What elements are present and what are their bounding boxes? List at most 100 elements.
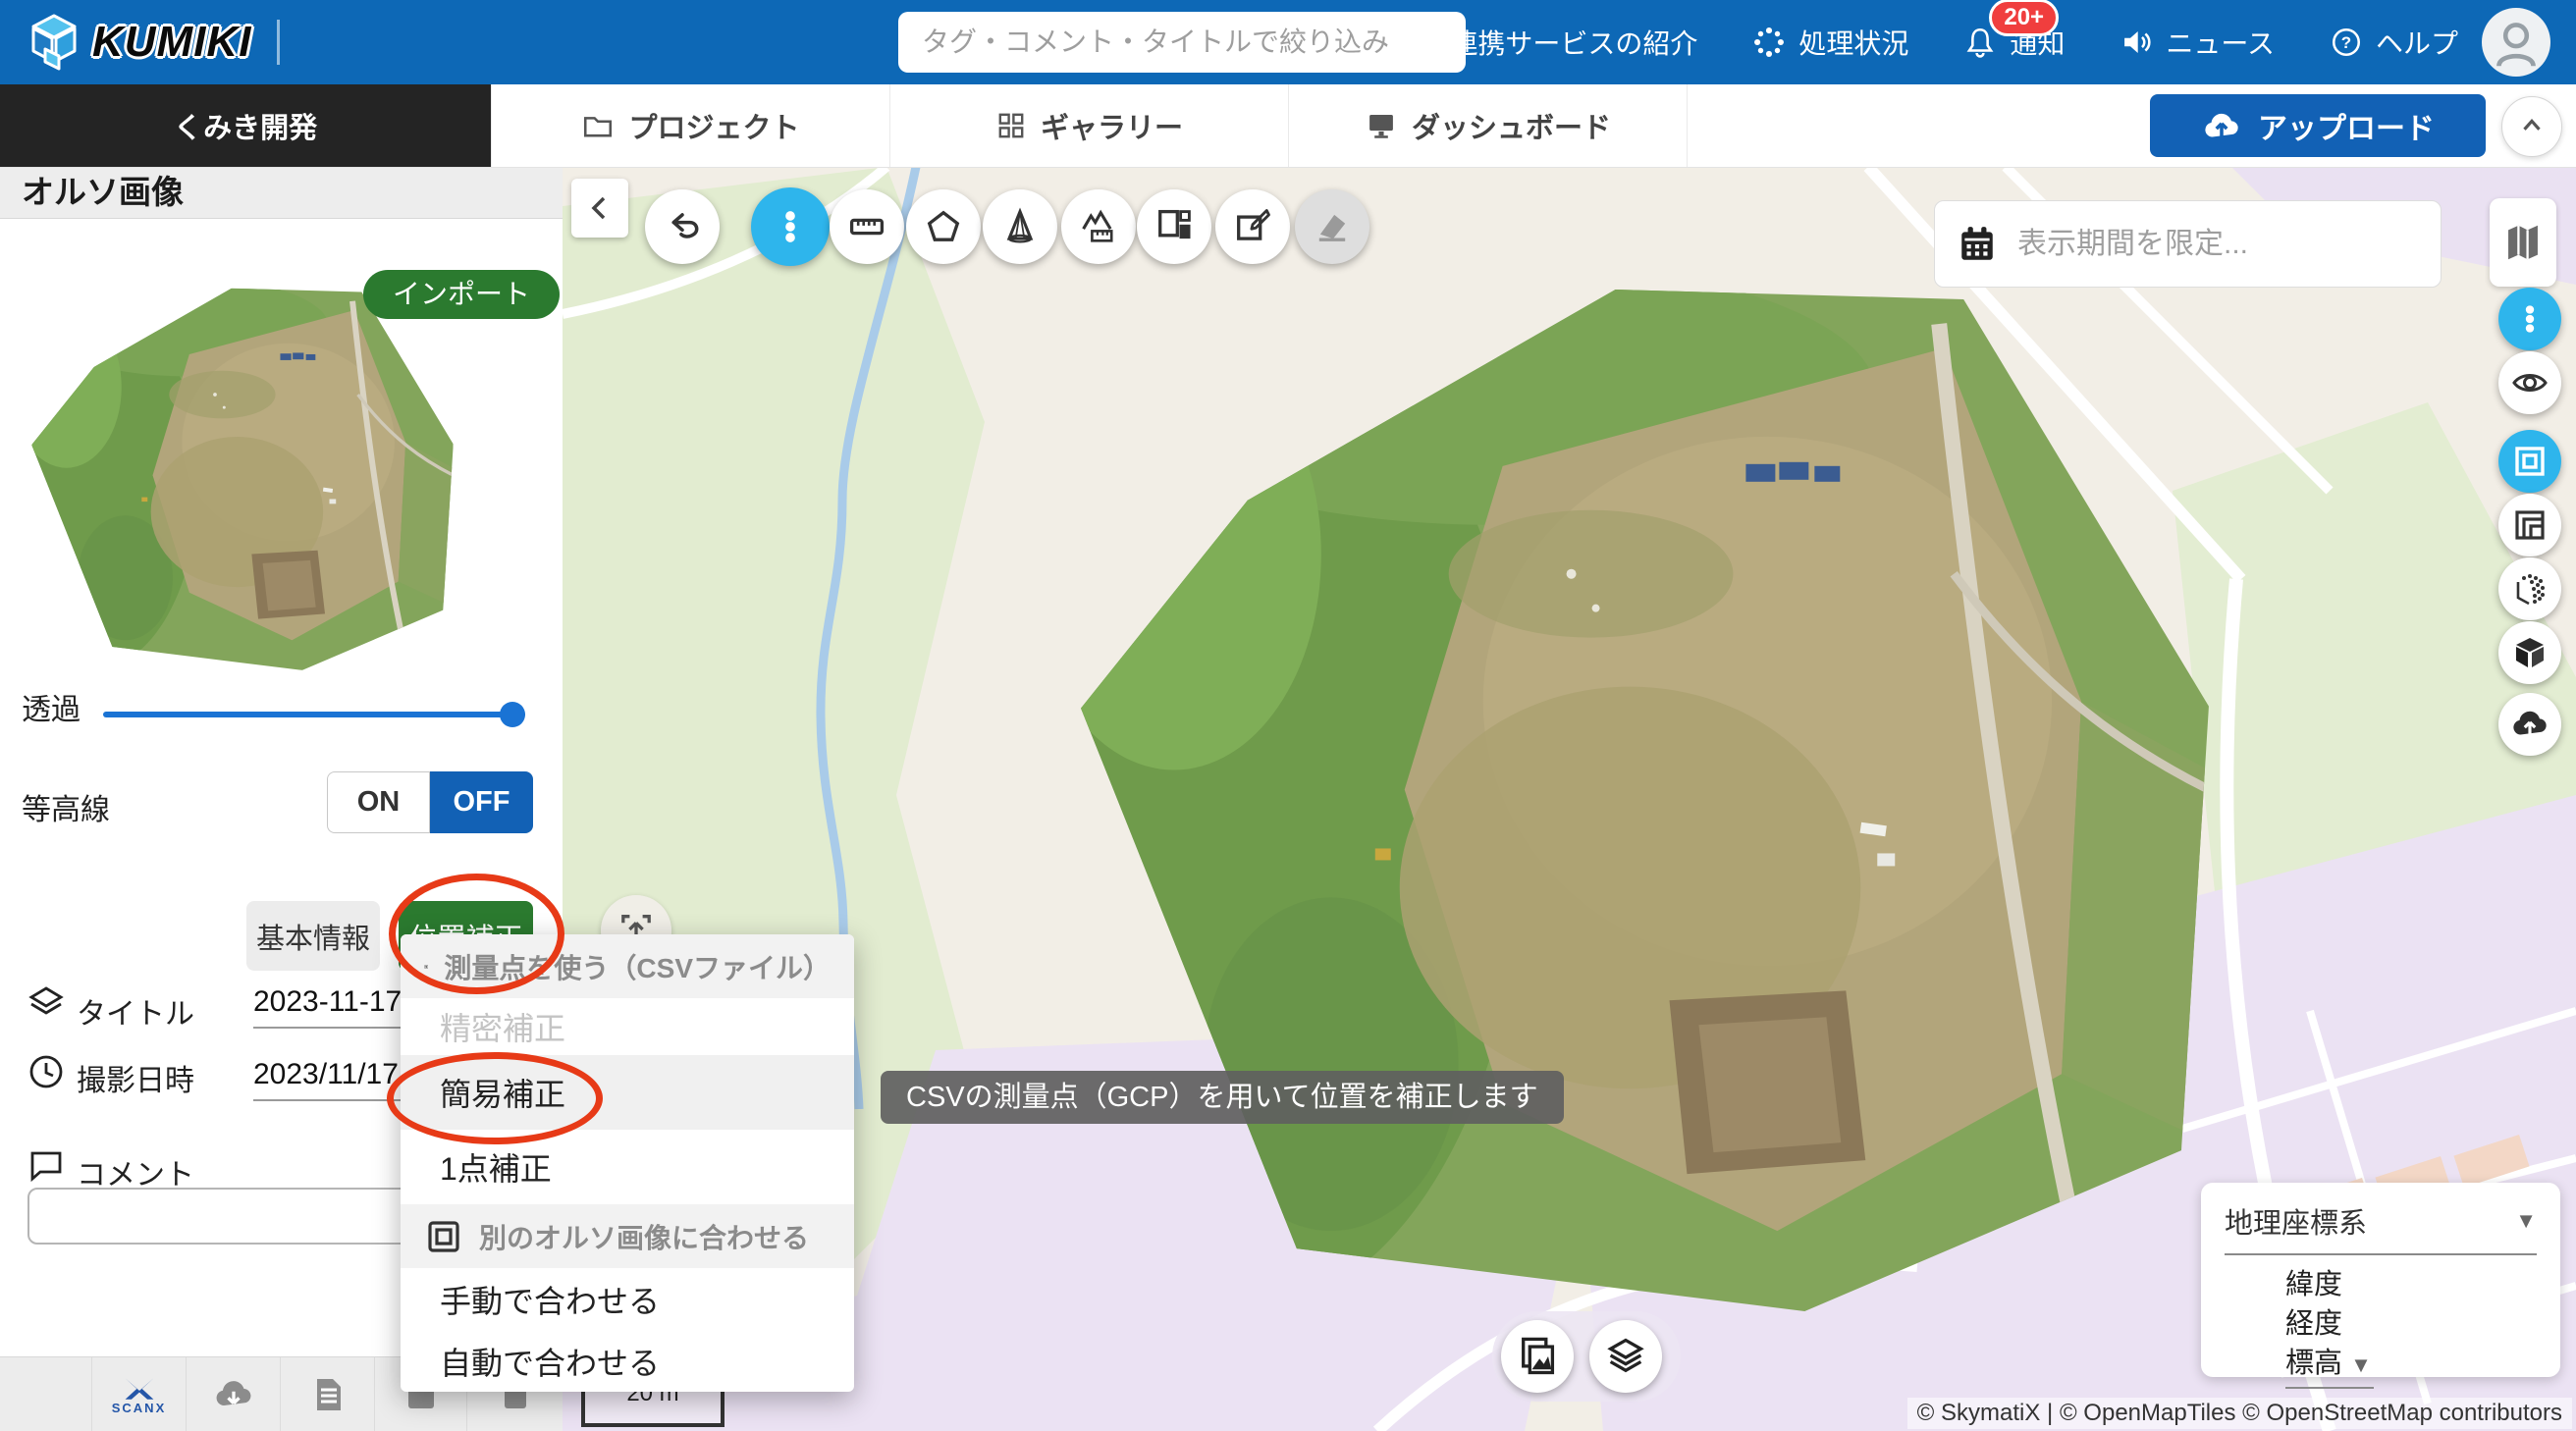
layers-button[interactable] [1589, 1320, 1662, 1393]
compare-layout-button[interactable] [1137, 189, 1211, 264]
partner-services-link[interactable]: 連携サービスの紹介 [1404, 23, 1697, 62]
chevron-down-icon: ▼ [2515, 1208, 2537, 1234]
top-app-bar: KUMIKI 連携サービスの紹介 処理状況 通知 20+ ニュース [0, 0, 2576, 84]
tab-projects-label: プロジェクト [628, 105, 799, 146]
opacity-slider[interactable] [103, 701, 525, 728]
upload-button[interactable]: アップロード [2150, 94, 2486, 157]
tab-basic-info[interactable]: 基本情報 [246, 901, 380, 971]
ortho-thumbnail[interactable] [31, 285, 454, 671]
upload-cloud-icon [2201, 105, 2242, 146]
measure-area-button[interactable] [906, 189, 981, 264]
tab-gallery[interactable]: ギャラリー [890, 84, 1289, 167]
undo-button[interactable] [645, 189, 720, 264]
opacity-slider-thumb[interactable] [500, 702, 525, 727]
processing-status-label: 処理状況 [1798, 23, 1908, 62]
coordinate-panel: 地理座標系 ▼ 緯度 経度 標高 ▼ [2201, 1183, 2560, 1377]
tab-workspace[interactable]: くみき開発 [0, 84, 492, 167]
kumiki-logo[interactable]: KUMIKI [26, 12, 251, 73]
tab-projects[interactable]: プロジェクト [492, 84, 890, 167]
coordinate-system-label: 地理座標系 [2225, 1200, 2367, 1242]
pin-square-icon [424, 947, 428, 986]
pointcloud-view-button[interactable] [2498, 557, 2561, 620]
tab-workspace-label: くみき開発 [174, 105, 317, 146]
contour-on-button[interactable]: ON [327, 771, 430, 833]
map-attribution: © SkymatiX | © OpenMapTiles © OpenStreet… [1907, 1398, 2572, 1429]
scanx-label: SCANX [112, 1401, 167, 1415]
tools-kebab-button[interactable] [751, 187, 830, 266]
ortho-2d-view-button[interactable] [2498, 430, 2561, 493]
clock-icon [27, 1052, 66, 1091]
date-range-input[interactable] [2015, 227, 2412, 262]
photo-gallery-button[interactable] [1501, 1320, 1574, 1393]
speaker-icon [2120, 26, 2153, 59]
export-cloud-button[interactable] [2498, 693, 2561, 756]
title-layers-icon [27, 983, 66, 1023]
scanx-link[interactable]: SCANX [92, 1357, 187, 1431]
help-icon: ? [2330, 26, 2363, 59]
position-correction-menu: 測量点を使う（CSVファイル） 精密補正 簡易補正 1点補正 別のオルソ画像に合… [401, 934, 854, 1392]
annotate-button[interactable] [1215, 189, 1290, 264]
model-3d-view-button[interactable] [2498, 621, 2561, 684]
date-range-filter[interactable] [1934, 200, 2442, 288]
kumiki-cube-icon [26, 12, 82, 73]
bell-icon [1963, 26, 1997, 59]
latitude-label: 緯度 [2285, 1265, 2537, 1304]
map-icon [2500, 220, 2546, 265]
pentagon-icon [922, 205, 965, 248]
menu-item-manual-match[interactable]: 手動で合わせる [401, 1268, 854, 1330]
images-icon [1516, 1335, 1559, 1378]
menu-header-match-ortho-label: 別のオルソ画像に合わせる [479, 1217, 809, 1256]
tab-dashboard-label: ダッシュボード [1412, 105, 1611, 146]
elevation-profile-button[interactable] [1061, 189, 1136, 264]
measure-volume-button[interactable] [983, 189, 1057, 264]
cube-3d-icon [2510, 633, 2549, 672]
download-button[interactable] [187, 1357, 281, 1431]
coordinate-system-select[interactable]: 地理座標系 ▼ [2225, 1200, 2537, 1242]
layer-kebab-button[interactable] [2498, 288, 2561, 350]
eye-icon [2510, 363, 2549, 402]
person-icon [2490, 16, 2543, 69]
menu-item-auto-match[interactable]: 自動で合わせる [401, 1330, 854, 1392]
search-input[interactable] [898, 12, 1466, 73]
report-button[interactable] [281, 1357, 375, 1431]
mountain-ruler-icon [1077, 205, 1120, 248]
notifications-link[interactable]: 通知 20+ [1963, 23, 2065, 62]
divider [2225, 1253, 2537, 1255]
visibility-button[interactable] [2498, 351, 2561, 414]
news-label: ニュース [2166, 23, 2275, 62]
help-link[interactable]: ? ヘルプ [2330, 23, 2458, 62]
grid-icon [995, 110, 1027, 141]
dsm-view-button[interactable] [2498, 494, 2561, 556]
kebab-menu-icon [769, 205, 812, 248]
sidebar-collapse-button[interactable] [571, 179, 628, 238]
menu-item-precise-correction[interactable]: 精密補正 [401, 998, 854, 1055]
share-icon [1404, 26, 1437, 59]
gcp-tooltip: CSVの測量点（GCP）を用いて位置を補正します [881, 1071, 1564, 1124]
sidebar-title: オルソ画像 [0, 167, 563, 219]
avatar[interactable] [2482, 8, 2550, 77]
elevation-select[interactable]: 標高 ▼ [2285, 1344, 2537, 1385]
processing-status-link[interactable]: 処理状況 [1752, 23, 1908, 62]
measure-distance-button[interactable] [830, 189, 904, 264]
opacity-label: 透過 [22, 685, 80, 728]
elevation-label: 標高 [2285, 1348, 2342, 1379]
map-style-button[interactable] [2490, 198, 2556, 287]
pointcloud-icon [2510, 569, 2549, 609]
cone-icon [998, 205, 1042, 248]
help-label: ヘルプ [2376, 23, 2458, 62]
tab-dashboard[interactable]: ダッシュボード [1289, 84, 1688, 167]
menu-header-gcp-label: 測量点を使う（CSVファイル） [444, 947, 831, 986]
menu-item-single-point-correction[interactable]: 1点補正 [401, 1130, 854, 1204]
square-in-square-icon [424, 1217, 463, 1256]
comment-icon [27, 1146, 66, 1186]
news-link[interactable]: ニュース [2120, 23, 2275, 62]
contour-off-button[interactable]: OFF [430, 771, 533, 833]
collapse-nav-button[interactable] [2501, 96, 2562, 157]
opacity-slider-track [103, 712, 525, 717]
capture-date-label: 撮影日時 [77, 1056, 194, 1099]
square-2d-icon [2510, 442, 2549, 481]
chevron-up-icon [2517, 112, 2547, 141]
slope-tool-button[interactable] [1295, 189, 1369, 264]
spinner-icon [1752, 26, 1786, 59]
menu-item-simple-correction[interactable]: 簡易補正 [401, 1055, 854, 1130]
